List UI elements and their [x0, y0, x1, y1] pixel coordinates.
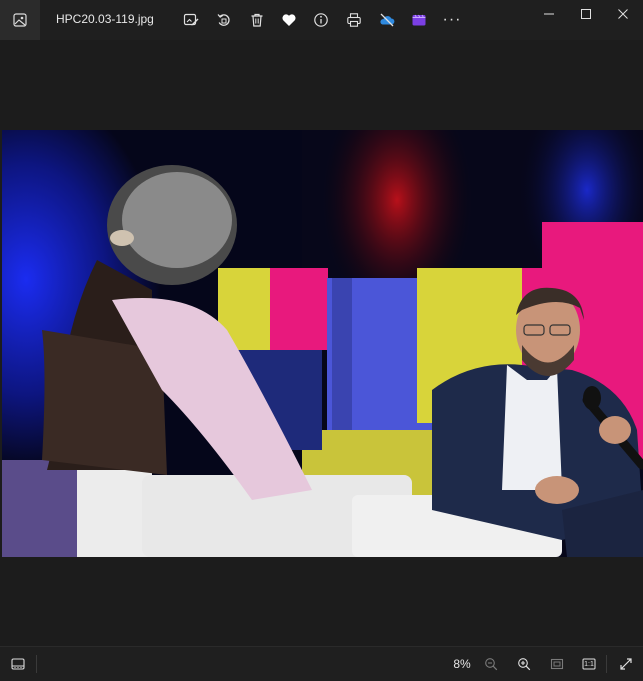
file-name-label: HPC20.03-119.jpg — [56, 12, 154, 26]
maximize-button[interactable] — [574, 4, 598, 24]
favorite-heart-icon[interactable] — [279, 10, 299, 30]
onedrive-cloud-icon[interactable] — [377, 10, 397, 30]
title-bar: HPC20.03-119.jpg ··· — [0, 0, 643, 40]
divider — [606, 655, 607, 673]
clipchamp-video-icon[interactable] — [409, 10, 429, 30]
edit-image-icon[interactable] — [181, 10, 201, 30]
filmstrip-toggle-icon[interactable] — [9, 655, 27, 673]
photos-app-icon[interactable] — [0, 0, 40, 40]
displayed-photo — [2, 130, 643, 557]
delete-icon[interactable] — [247, 10, 267, 30]
zoom-in-icon[interactable] — [515, 655, 533, 673]
actual-size-button[interactable]: 1:1 — [580, 655, 598, 673]
image-icon — [13, 13, 27, 27]
stage-photo — [2, 130, 643, 557]
more-options-icon[interactable]: ··· — [442, 10, 462, 30]
close-icon — [618, 9, 628, 19]
maximize-icon — [581, 9, 591, 19]
actual-size-label: 1:1 — [584, 660, 594, 668]
fullscreen-expand-icon[interactable] — [617, 655, 635, 673]
minimize-button[interactable] — [537, 4, 561, 24]
print-icon[interactable] — [344, 10, 364, 30]
divider — [36, 655, 37, 673]
minimize-icon — [544, 13, 554, 15]
status-bar: 8% 1:1 — [0, 646, 643, 681]
info-icon[interactable] — [311, 10, 331, 30]
rotate-icon[interactable] — [214, 10, 234, 30]
zoom-out-icon[interactable] — [482, 655, 500, 673]
zoom-level-label: 8% — [453, 657, 471, 671]
fit-to-window-icon[interactable] — [548, 655, 566, 673]
close-button[interactable] — [611, 4, 635, 24]
